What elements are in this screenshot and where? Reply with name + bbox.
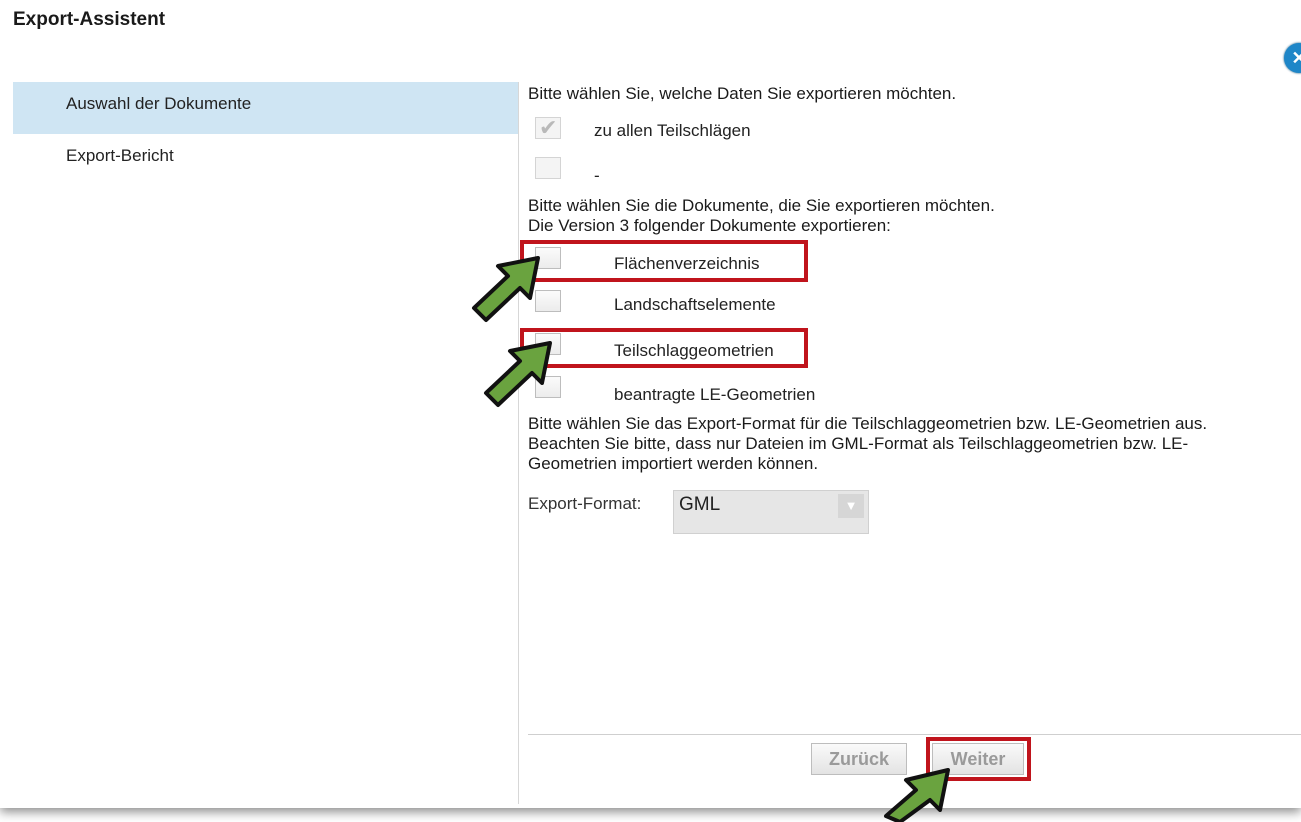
wizard-content: Bitte wählen Sie, welche Daten Sie expor…	[520, 84, 1301, 804]
checkbox-dash[interactable]	[535, 157, 561, 179]
export-format-select[interactable]: GML ▼	[673, 490, 869, 534]
documents-version-text: Die Version 3 folgender Dokumente export…	[528, 216, 891, 235]
annotation-arrow-icon	[884, 768, 950, 822]
checkmark-icon: ✔	[539, 115, 558, 140]
checkbox-label: Landschaftselemente	[614, 295, 776, 314]
nav-item-label: Export-Bericht	[66, 146, 174, 165]
nav-item-document-selection[interactable]: Auswahl der Dokumente	[13, 82, 518, 134]
nav-item-label: Auswahl der Dokumente	[66, 94, 252, 113]
wizard-steps-panel: Auswahl der Dokumente Export-Bericht	[13, 82, 519, 804]
highlight-box	[520, 328, 808, 368]
format-note: Beachten Sie bitte, dass nur Dateien im …	[528, 434, 1189, 453]
annotation-arrow-icon	[484, 341, 552, 407]
highlight-box	[520, 240, 808, 282]
footer-divider	[528, 734, 1301, 735]
chevron-down-icon[interactable]: ▼	[838, 494, 864, 518]
checkbox-label: -	[594, 166, 600, 185]
export-dialog: Export-Assistent ✕ Auswahl der Dokumente…	[0, 0, 1301, 808]
documents-intro: Bitte wählen Sie die Dokumente, die Sie …	[528, 196, 995, 215]
checkbox-label: beantragte LE-Geometrien	[614, 385, 816, 404]
checkbox-label: zu allen Teilschlägen	[594, 121, 751, 140]
format-instructions: Bitte wählen Sie das Export-Format für d…	[528, 414, 1208, 433]
dialog-title: Export-Assistent	[13, 9, 166, 30]
format-note-continued: Geometrien importiert werden können.	[528, 454, 819, 473]
export-format-label: Export-Format:	[528, 494, 642, 513]
intro-text: Bitte wählen Sie, welche Daten Sie expor…	[528, 84, 957, 103]
close-icon[interactable]: ✕	[1284, 43, 1301, 73]
nav-item-export-report[interactable]: Export-Bericht	[13, 134, 518, 186]
export-format-value: GML	[679, 494, 721, 515]
checkbox-all-subplots[interactable]: ✔	[535, 115, 561, 140]
annotation-arrow-icon	[472, 256, 540, 322]
